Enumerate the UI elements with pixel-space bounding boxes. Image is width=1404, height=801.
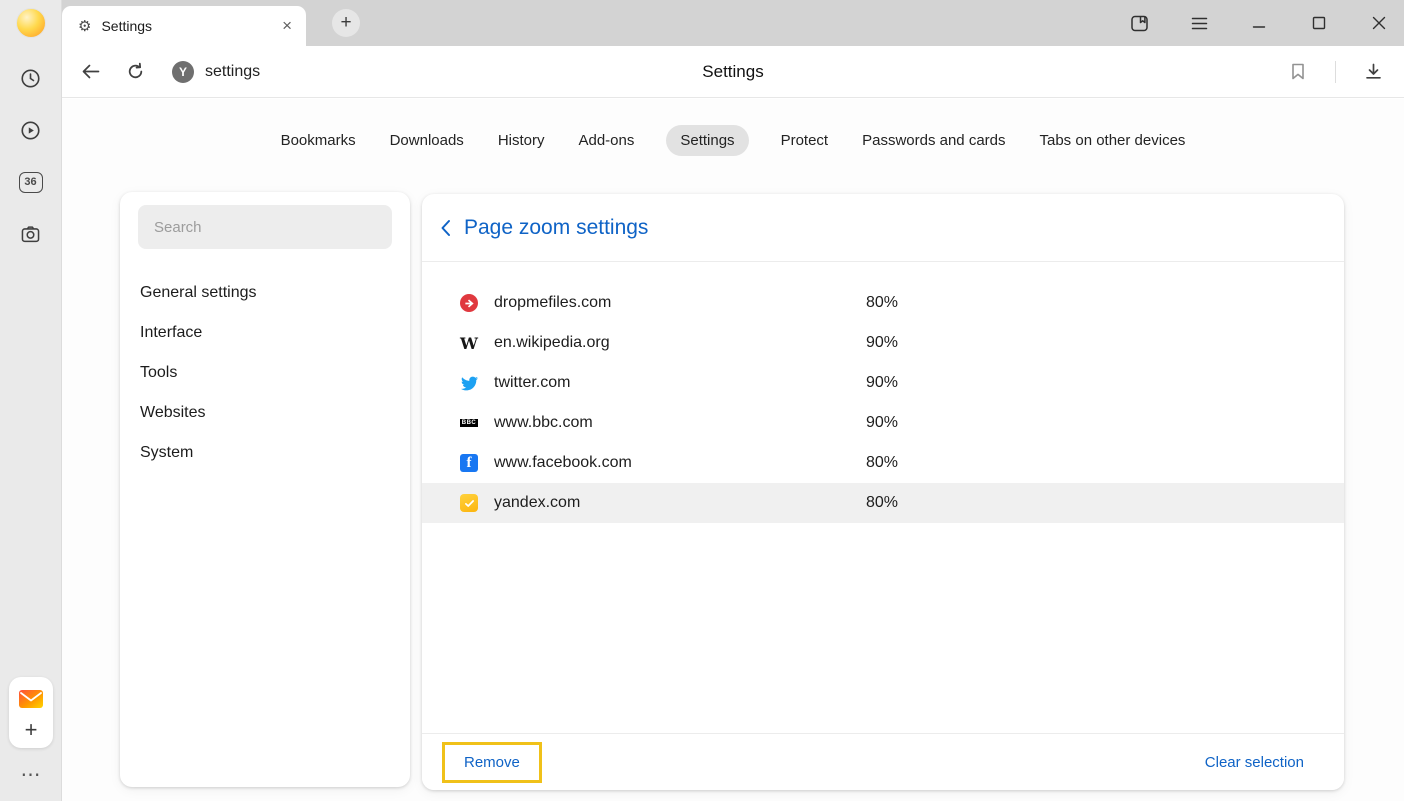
side-panel-icon[interactable] xyxy=(1128,12,1150,34)
tab-other-devices[interactable]: Tabs on other devices xyxy=(1038,125,1188,156)
sidebar-more-button[interactable]: ⋯ xyxy=(21,762,42,787)
tab-bookmarks[interactable]: Bookmarks xyxy=(279,125,358,156)
gear-icon: ⚙ xyxy=(78,17,91,35)
app-sidebar: 36 xyxy=(0,0,62,801)
tab-settings[interactable]: ⚙ Settings × xyxy=(62,6,306,46)
facebook-favicon: f xyxy=(460,454,478,472)
minimize-button[interactable] xyxy=(1248,12,1270,34)
page-zoom-panel: Page zoom settings dropmefiles.com 80% W… xyxy=(422,194,1344,790)
reload-button[interactable] xyxy=(120,57,150,87)
sidebar-item-tools[interactable]: Tools xyxy=(138,353,392,393)
content-area: Bookmarks Downloads History Add-ons Sett… xyxy=(62,99,1404,801)
clear-selection-link[interactable]: Clear selection xyxy=(1205,754,1304,771)
zoom-panel-title[interactable]: Page zoom settings xyxy=(464,216,648,240)
site-favicon-badge: Y xyxy=(172,61,194,83)
tab-passwords[interactable]: Passwords and cards xyxy=(860,125,1007,156)
wikipedia-favicon: W xyxy=(460,334,478,352)
tab-protect[interactable]: Protect xyxy=(779,125,831,156)
sidebar-bottom-group: + ⋯ xyxy=(0,677,62,787)
twitter-favicon xyxy=(460,374,478,392)
screenshot-icon[interactable] xyxy=(19,222,43,246)
zoom-sites-list: dropmefiles.com 80% W en.wikipedia.org 9… xyxy=(422,262,1344,523)
table-row[interactable]: W en.wikipedia.org 90% xyxy=(422,323,1344,363)
sidebar-item-system[interactable]: System xyxy=(138,433,392,473)
zoom-panel-header: Page zoom settings xyxy=(422,194,1344,262)
history-clock-icon[interactable] xyxy=(19,66,43,90)
table-row[interactable]: f www.facebook.com 80% xyxy=(422,443,1344,483)
dropmefiles-favicon xyxy=(460,294,478,312)
table-row[interactable]: twitter.com 90% xyxy=(422,363,1344,403)
site-name: www.facebook.com xyxy=(494,454,866,472)
bbc-letters: BBC xyxy=(460,419,478,427)
menu-icon[interactable] xyxy=(1188,12,1210,34)
tab-settings-section[interactable]: Settings xyxy=(666,125,748,156)
zoom-panel-footer: Remove Clear selection xyxy=(422,733,1344,790)
yandex-favicon xyxy=(460,494,478,512)
zoom-value: 80% xyxy=(866,454,898,472)
browser-window: 36 xyxy=(0,0,1404,801)
window-controls xyxy=(1128,0,1390,46)
maximize-button[interactable] xyxy=(1308,12,1330,34)
settings-nav-panel: General settings Interface Tools Website… xyxy=(120,192,410,787)
tab-close-icon[interactable]: × xyxy=(278,16,296,36)
site-name: yandex.com xyxy=(494,494,866,512)
counter-badge: 36 xyxy=(19,172,43,193)
tab-downloads[interactable]: Downloads xyxy=(388,125,466,156)
yandex-mail-icon[interactable] xyxy=(14,682,48,716)
navbar-divider xyxy=(1335,61,1336,83)
navigation-bar: Y settings Settings xyxy=(62,46,1404,98)
chevron-left-icon[interactable] xyxy=(440,219,451,237)
profile-avatar[interactable] xyxy=(16,8,46,38)
zoom-value: 80% xyxy=(866,494,898,512)
settings-section-tabs: Bookmarks Downloads History Add-ons Sett… xyxy=(62,99,1404,156)
new-tab-button[interactable]: + xyxy=(332,9,360,37)
tab-history[interactable]: History xyxy=(496,125,547,156)
zoom-value: 90% xyxy=(866,334,898,352)
site-name: en.wikipedia.org xyxy=(494,334,866,352)
site-name: dropmefiles.com xyxy=(494,294,866,312)
tab-title: Settings xyxy=(101,18,278,34)
zoom-value: 90% xyxy=(866,414,898,432)
sidebar-item-general-settings[interactable]: General settings xyxy=(138,273,392,313)
sidebar-item-interface[interactable]: Interface xyxy=(138,313,392,353)
remove-button[interactable]: Remove xyxy=(442,742,542,783)
zoom-value: 90% xyxy=(866,374,898,392)
close-window-button[interactable] xyxy=(1368,12,1390,34)
downloads-icon[interactable] xyxy=(1358,57,1388,87)
table-row[interactable]: dropmefiles.com 80% xyxy=(422,283,1344,323)
pinned-apps-pill: + xyxy=(9,677,53,748)
settings-nav-list: General settings Interface Tools Website… xyxy=(138,273,392,473)
zoom-value: 80% xyxy=(866,294,898,312)
search-input[interactable] xyxy=(138,205,392,249)
table-row-selected[interactable]: yandex.com 80% xyxy=(422,483,1344,523)
page-title: Settings xyxy=(62,62,1404,82)
add-app-button[interactable]: + xyxy=(25,716,38,744)
tab-bar: ⚙ Settings × + xyxy=(62,0,1404,46)
bookmark-icon[interactable] xyxy=(1283,57,1313,87)
table-row[interactable]: BBC www.bbc.com 90% xyxy=(422,403,1344,443)
back-button[interactable] xyxy=(76,57,106,87)
url-text: settings xyxy=(205,63,260,81)
site-name: www.bbc.com xyxy=(494,414,866,432)
navbar-right-group xyxy=(1283,57,1388,87)
site-name: twitter.com xyxy=(494,374,866,392)
sidebar-item-websites[interactable]: Websites xyxy=(138,393,392,433)
speed-test-badge[interactable]: 36 xyxy=(19,170,43,194)
tab-addons[interactable]: Add-ons xyxy=(576,125,636,156)
play-media-icon[interactable] xyxy=(19,118,43,142)
bbc-favicon: BBC xyxy=(460,414,478,432)
address-bar[interactable]: Y settings xyxy=(172,61,260,83)
